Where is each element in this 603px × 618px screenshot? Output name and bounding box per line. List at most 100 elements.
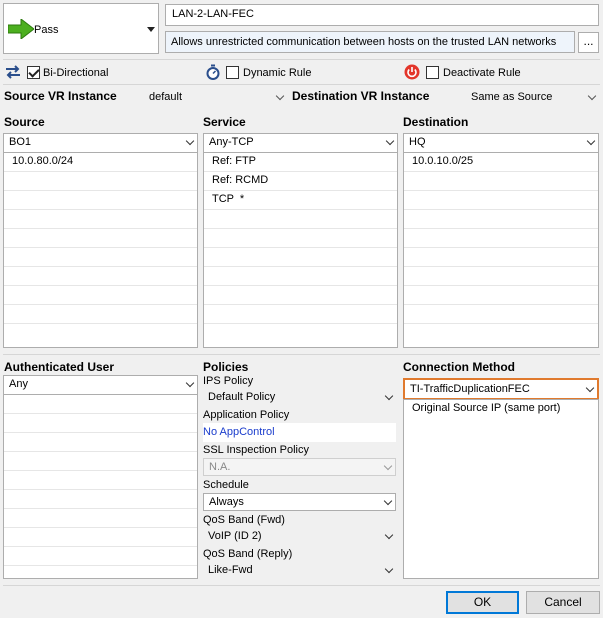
action-label: Pass xyxy=(34,24,59,36)
auth-user-select[interactable]: Any xyxy=(3,375,198,395)
list-item xyxy=(4,229,197,248)
schedule-label: Schedule xyxy=(203,479,249,491)
service-select[interactable]: Any-TCP xyxy=(203,133,398,153)
destination-select[interactable]: HQ xyxy=(403,133,599,153)
separator xyxy=(3,59,600,60)
list-item xyxy=(204,305,397,324)
list-item xyxy=(404,229,598,248)
bidirectional-label: Bi-Directional xyxy=(43,67,109,79)
chevron-down-icon xyxy=(383,496,393,506)
destination-vr-select[interactable]: Same as Source xyxy=(466,89,599,108)
rule-comment-field[interactable]: Allows unrestricted communication betwee… xyxy=(165,31,575,53)
ok-button[interactable]: OK xyxy=(446,591,519,614)
chevron-down-icon xyxy=(185,378,195,388)
destination-vr-label: Destination VR Instance xyxy=(292,89,430,103)
list-item xyxy=(4,471,197,490)
separator xyxy=(3,585,600,586)
list-item xyxy=(404,191,598,210)
chevron-down-icon xyxy=(385,136,395,146)
connection-method-select[interactable]: TI-TrafficDuplicationFEC xyxy=(403,378,599,400)
chevron-down-icon xyxy=(587,91,597,101)
comment-edit-button[interactable]: ... xyxy=(578,32,599,53)
policies-label: Policies xyxy=(203,360,249,374)
list-item xyxy=(4,267,197,286)
connection-method-list[interactable]: Original Source IP (same port) xyxy=(403,399,599,579)
list-item xyxy=(4,305,197,324)
separator xyxy=(3,354,600,355)
ssl-inspection-label: SSL Inspection Policy xyxy=(203,444,309,456)
chevron-down-icon xyxy=(384,530,394,540)
list-item xyxy=(4,286,197,305)
action-selector[interactable]: Pass xyxy=(3,3,159,54)
list-item xyxy=(4,191,197,210)
rule-name-field[interactable]: LAN-2-LAN-FEC xyxy=(165,4,599,26)
triangle-down-icon xyxy=(147,27,155,32)
bidirectional-checkbox[interactable] xyxy=(27,66,40,79)
destination-label: Destination xyxy=(403,115,469,129)
application-policy-field[interactable]: No AppControl xyxy=(203,423,396,442)
list-item xyxy=(404,172,598,191)
qos-reply-value: Like-Fwd xyxy=(208,564,253,576)
list-item xyxy=(4,414,197,433)
list-item xyxy=(204,229,397,248)
qos-fwd-select[interactable]: VoIP (ID 2) xyxy=(203,528,396,546)
source-vr-label: Source VR Instance xyxy=(4,89,117,103)
source-vr-select[interactable]: default xyxy=(144,89,287,108)
ssl-inspection-select: N.A. xyxy=(203,458,396,476)
application-policy-label: Application Policy xyxy=(203,409,290,421)
connection-method-value: TI-TrafficDuplicationFEC xyxy=(410,383,530,395)
source-select[interactable]: BO1 xyxy=(3,133,198,153)
auth-user-label: Authenticated User xyxy=(4,360,115,374)
service-label: Service xyxy=(203,115,246,129)
list-item xyxy=(4,528,197,547)
service-list[interactable]: Ref: FTP Ref: RCMD TCP * xyxy=(203,152,398,348)
schedule-value: Always xyxy=(209,496,244,508)
separator xyxy=(3,84,600,85)
list-item[interactable]: Ref: RCMD xyxy=(204,172,397,191)
chevron-down-icon xyxy=(384,391,394,401)
list-item xyxy=(404,210,598,229)
list-item[interactable]: 10.0.80.0/24 xyxy=(4,153,197,172)
qos-reply-label: QoS Band (Reply) xyxy=(203,548,293,560)
dynamic-rule-label: Dynamic Rule xyxy=(243,67,312,79)
stopwatch-icon xyxy=(206,64,220,80)
list-item xyxy=(204,286,397,305)
list-item[interactable]: Original Source IP (same port) xyxy=(404,400,598,419)
source-list[interactable]: 10.0.80.0/24 xyxy=(3,152,198,348)
list-item xyxy=(4,248,197,267)
destination-list[interactable]: 10.0.10.0/25 xyxy=(403,152,599,348)
auth-user-selected-value: Any xyxy=(9,378,28,390)
source-selected-value: BO1 xyxy=(9,136,32,148)
chevron-down-icon xyxy=(586,136,596,146)
cancel-button[interactable]: Cancel xyxy=(526,591,600,614)
list-item xyxy=(4,395,197,414)
list-item xyxy=(404,286,598,305)
chevron-down-icon xyxy=(384,564,394,574)
source-label: Source xyxy=(4,115,45,129)
list-item[interactable]: Ref: FTP xyxy=(204,153,397,172)
list-item xyxy=(4,452,197,471)
list-item[interactable]: TCP * xyxy=(204,191,397,210)
ips-policy-select[interactable]: Default Policy xyxy=(203,389,396,407)
list-item xyxy=(4,547,197,566)
deactivate-rule-checkbox[interactable] xyxy=(426,66,439,79)
list-item xyxy=(404,305,598,324)
chevron-down-icon xyxy=(585,383,595,393)
application-policy-link[interactable]: No AppControl xyxy=(203,426,275,438)
qos-reply-select[interactable]: Like-Fwd xyxy=(203,562,396,580)
schedule-select[interactable]: Always xyxy=(203,493,396,511)
qos-fwd-label: QoS Band (Fwd) xyxy=(203,514,285,526)
chevron-down-icon xyxy=(185,136,195,146)
list-item xyxy=(204,210,397,229)
qos-fwd-value: VoIP (ID 2) xyxy=(208,530,262,542)
dynamic-rule-checkbox[interactable] xyxy=(226,66,239,79)
power-icon xyxy=(404,64,420,80)
ssl-inspection-value: N.A. xyxy=(209,461,231,473)
list-item xyxy=(4,490,197,509)
auth-user-list[interactable] xyxy=(3,394,198,579)
rule-comment-value: Allows unrestricted communication betwee… xyxy=(171,36,557,48)
list-item xyxy=(204,248,397,267)
list-item xyxy=(4,172,197,191)
list-item[interactable]: 10.0.10.0/25 xyxy=(404,153,598,172)
list-item xyxy=(404,248,598,267)
